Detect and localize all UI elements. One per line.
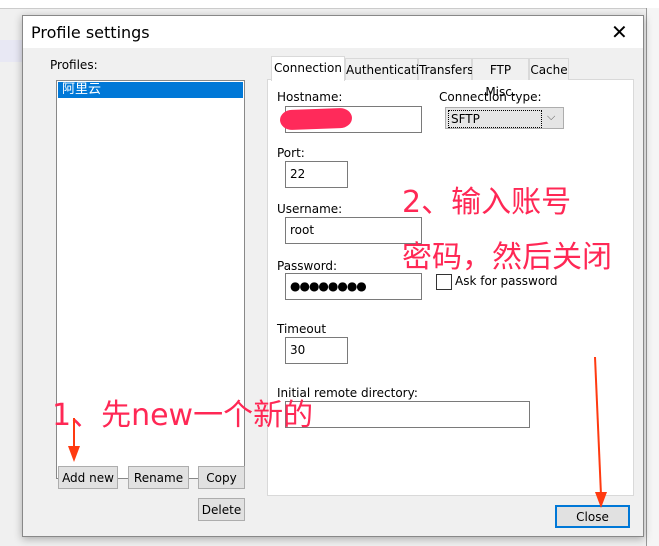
annotation-arrows (68, 356, 607, 508)
arrow-to-close (594, 356, 607, 508)
arrow-to-add-new (68, 418, 80, 462)
